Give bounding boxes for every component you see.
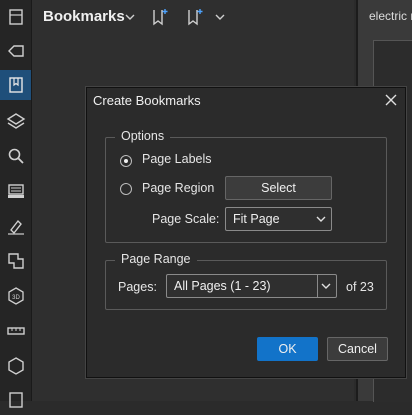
pages-value: All Pages (1 - 23) [174,279,271,293]
pages-combo[interactable]: All Pages (1 - 23) [166,274,337,298]
create-bookmarks-icon[interactable] [185,7,205,27]
tool-rail: 3D [0,0,32,408]
panel-title: Bookmarks [43,8,125,25]
chevron-down-icon[interactable] [124,12,136,22]
file-icon [8,9,23,25]
chevron-down-icon[interactable] [214,12,226,22]
shape-icon [7,357,24,375]
page-labels-label: Page Labels [142,152,212,166]
layers-icon [6,113,25,129]
create-bookmarks-dialog: Create Bookmarks Options Page Labels Pag… [86,87,406,378]
close-icon[interactable] [383,92,399,108]
combo-divider [317,275,318,297]
page-region-radio[interactable] [120,183,132,195]
tool-signature[interactable] [0,211,31,241]
signature-icon [7,219,24,235]
svg-text:3D: 3D [12,295,20,301]
options-legend: Options [115,129,171,143]
dialog-title: Create Bookmarks [93,93,201,108]
document-text: electric r [369,9,412,23]
page-labels-radio[interactable] [120,155,132,167]
tool-layers[interactable] [0,106,31,136]
spaces-icon [7,253,24,269]
search-icon [8,148,24,164]
tool-shape[interactable] [0,351,31,381]
stamp-icon [7,184,24,198]
add-bookmark-icon[interactable] [150,7,170,27]
options-group: Options Page Labels Page Region Select P… [105,129,387,243]
cancel-button[interactable]: Cancel [327,337,388,361]
page-region-label: Page Region [142,181,215,195]
ok-button[interactable]: OK [257,337,318,361]
bookmarks-icon [8,77,23,93]
page-range-group: Page Range Pages: All Pages (1 - 23) of … [105,252,387,310]
chevron-down-icon [316,216,326,222]
tool-file[interactable] [0,2,31,32]
pages-label: Pages: [118,280,157,294]
select-button[interactable]: Select [225,176,332,200]
page-scale-select[interactable]: Fit Page [225,207,332,231]
page-scale-value: Fit Page [233,212,280,226]
tag-icon [7,45,24,57]
measure-icon [6,327,25,335]
tool-measure[interactable] [0,316,31,346]
tool-search[interactable] [0,141,31,171]
page-scale-label: Page Scale: [152,212,220,226]
chevron-down-icon[interactable] [320,280,332,292]
tool-bookmarks[interactable] [0,70,31,100]
3d-icon: 3D [7,287,24,305]
tool-stamp[interactable] [0,176,31,206]
document-icon [8,392,23,408]
tool-tag[interactable] [0,36,31,66]
panel-header: Bookmarks [32,0,354,34]
tool-spaces[interactable] [0,246,31,276]
tool-3d[interactable]: 3D [0,281,31,311]
tool-document[interactable] [0,385,31,415]
page-range-legend: Page Range [115,252,197,266]
page-count-text: of 23 [346,280,374,294]
